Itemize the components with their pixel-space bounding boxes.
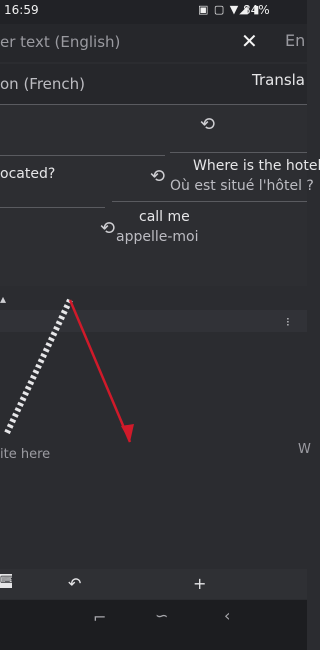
conversation-area (0, 104, 307, 286)
handwriting-stroke (3, 298, 73, 437)
status-time: 16:59 (4, 3, 39, 17)
navigation-bar: ⌐ ∽ ‹ (0, 600, 307, 650)
add-icon[interactable]: + (193, 574, 206, 593)
translate-button[interactable]: Transla (252, 71, 305, 89)
source-language-label[interactable]: En (285, 31, 305, 50)
undo-icon[interactable]: ↶ (68, 574, 81, 593)
message-translation[interactable]: Où est situé l'hôtel ? (170, 178, 314, 194)
divider (0, 104, 307, 105)
keyboard-icon[interactable]: ⌨ (0, 574, 14, 588)
message-source[interactable]: call me (139, 209, 190, 225)
translation-field[interactable]: on (French) (0, 75, 85, 93)
home-icon[interactable]: ∽ (155, 606, 168, 625)
message-source[interactable]: Where is the hotel (193, 158, 320, 174)
writing-hint-right: W (298, 442, 311, 457)
translation-panel[interactable]: on (French) Transla (0, 64, 307, 104)
divider (0, 155, 165, 156)
divider (0, 207, 105, 208)
divider (112, 201, 307, 202)
battery-level: 84% (243, 3, 270, 17)
divider (170, 152, 307, 153)
keyboard-toolbar: ⌨ ↶ + (0, 569, 307, 599)
message-left[interactable]: ocated? (0, 166, 55, 182)
swap-icon[interactable]: ⟲ (100, 218, 115, 239)
source-input-panel[interactable]: er text (English) ✕ En (0, 24, 307, 62)
writing-hint: ite here (0, 447, 51, 462)
message-translation[interactable]: appelle-moi (116, 229, 199, 245)
swap-icon[interactable]: ⟲ (150, 166, 165, 187)
close-icon[interactable]: ✕ (241, 29, 258, 53)
arrow-head (121, 424, 134, 442)
arrow-line (68, 299, 132, 443)
handwriting-canvas[interactable] (0, 290, 307, 460)
back-icon[interactable]: ‹ (224, 606, 230, 625)
recent-apps-icon[interactable]: ⌐ (93, 608, 106, 627)
source-input-field[interactable]: er text (English) (0, 33, 120, 51)
swap-icon[interactable]: ⟲ (200, 114, 215, 135)
status-bar: 16:59 ▣ ▢ ▼◢ ▮ 84% (0, 0, 307, 24)
